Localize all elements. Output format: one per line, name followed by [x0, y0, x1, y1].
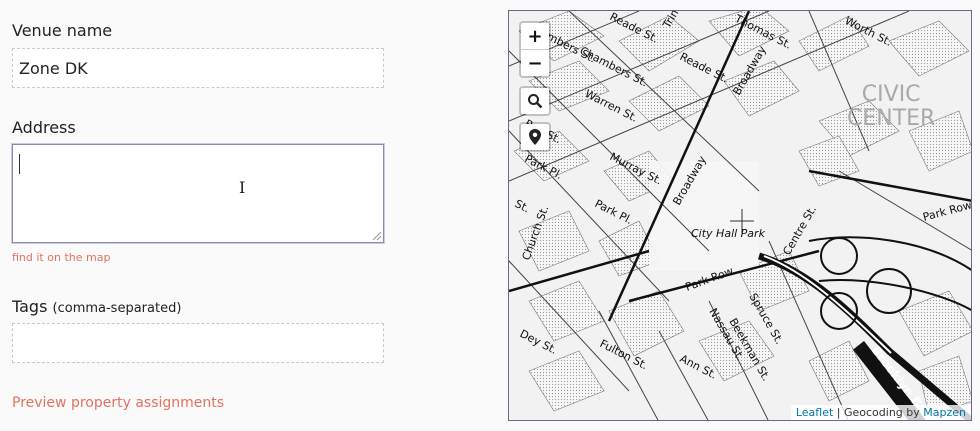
venue-name-label: Venue name: [12, 21, 113, 40]
address-textarea[interactable]: I: [12, 144, 384, 243]
map-pin-icon: [529, 129, 541, 145]
search-control: [519, 86, 551, 116]
locate-control: [519, 122, 551, 152]
mapzen-link[interactable]: Mapzen: [923, 406, 966, 419]
tags-label: Tags (comma-separated): [12, 297, 181, 316]
address-label: Address: [12, 118, 76, 137]
find-on-map-link[interactable]: find it on the map: [12, 251, 110, 264]
venue-name-input[interactable]: [12, 48, 384, 88]
civic-line-1: CIVIC: [861, 82, 921, 107]
map-attribution: Leaflet | Geocoding by Mapzen: [790, 405, 971, 420]
svg-text:City Hall Park: City Hall Park: [691, 227, 766, 240]
preview-assignments-link[interactable]: Preview property assignments: [12, 395, 224, 411]
search-icon: [528, 94, 543, 109]
attribution-separator: | Geocoding by: [833, 406, 924, 419]
map-search-button[interactable]: [521, 88, 549, 114]
resize-handle-icon[interactable]: [371, 230, 381, 240]
tags-input[interactable]: [12, 323, 384, 363]
ibeam-cursor-icon: I: [239, 178, 246, 197]
zoom-in-button[interactable]: +: [521, 23, 549, 49]
map-tiles: Chambers St. Reade St. Trimble Thomas St…: [509, 11, 971, 420]
map-view[interactable]: Chambers St. Reade St. Trimble Thomas St…: [508, 10, 972, 421]
civic-center-label: CIVIC CENTER: [847, 83, 935, 131]
leaflet-link[interactable]: Leaflet: [796, 406, 833, 419]
civic-line-2: CENTER: [847, 106, 936, 131]
zoom-out-button[interactable]: −: [521, 49, 549, 76]
locate-button[interactable]: [521, 124, 549, 150]
tags-hint: (comma-separated): [52, 301, 182, 316]
zoom-control: + −: [519, 21, 551, 78]
tags-label-text: Tags: [12, 297, 48, 316]
text-caret: [19, 154, 20, 174]
